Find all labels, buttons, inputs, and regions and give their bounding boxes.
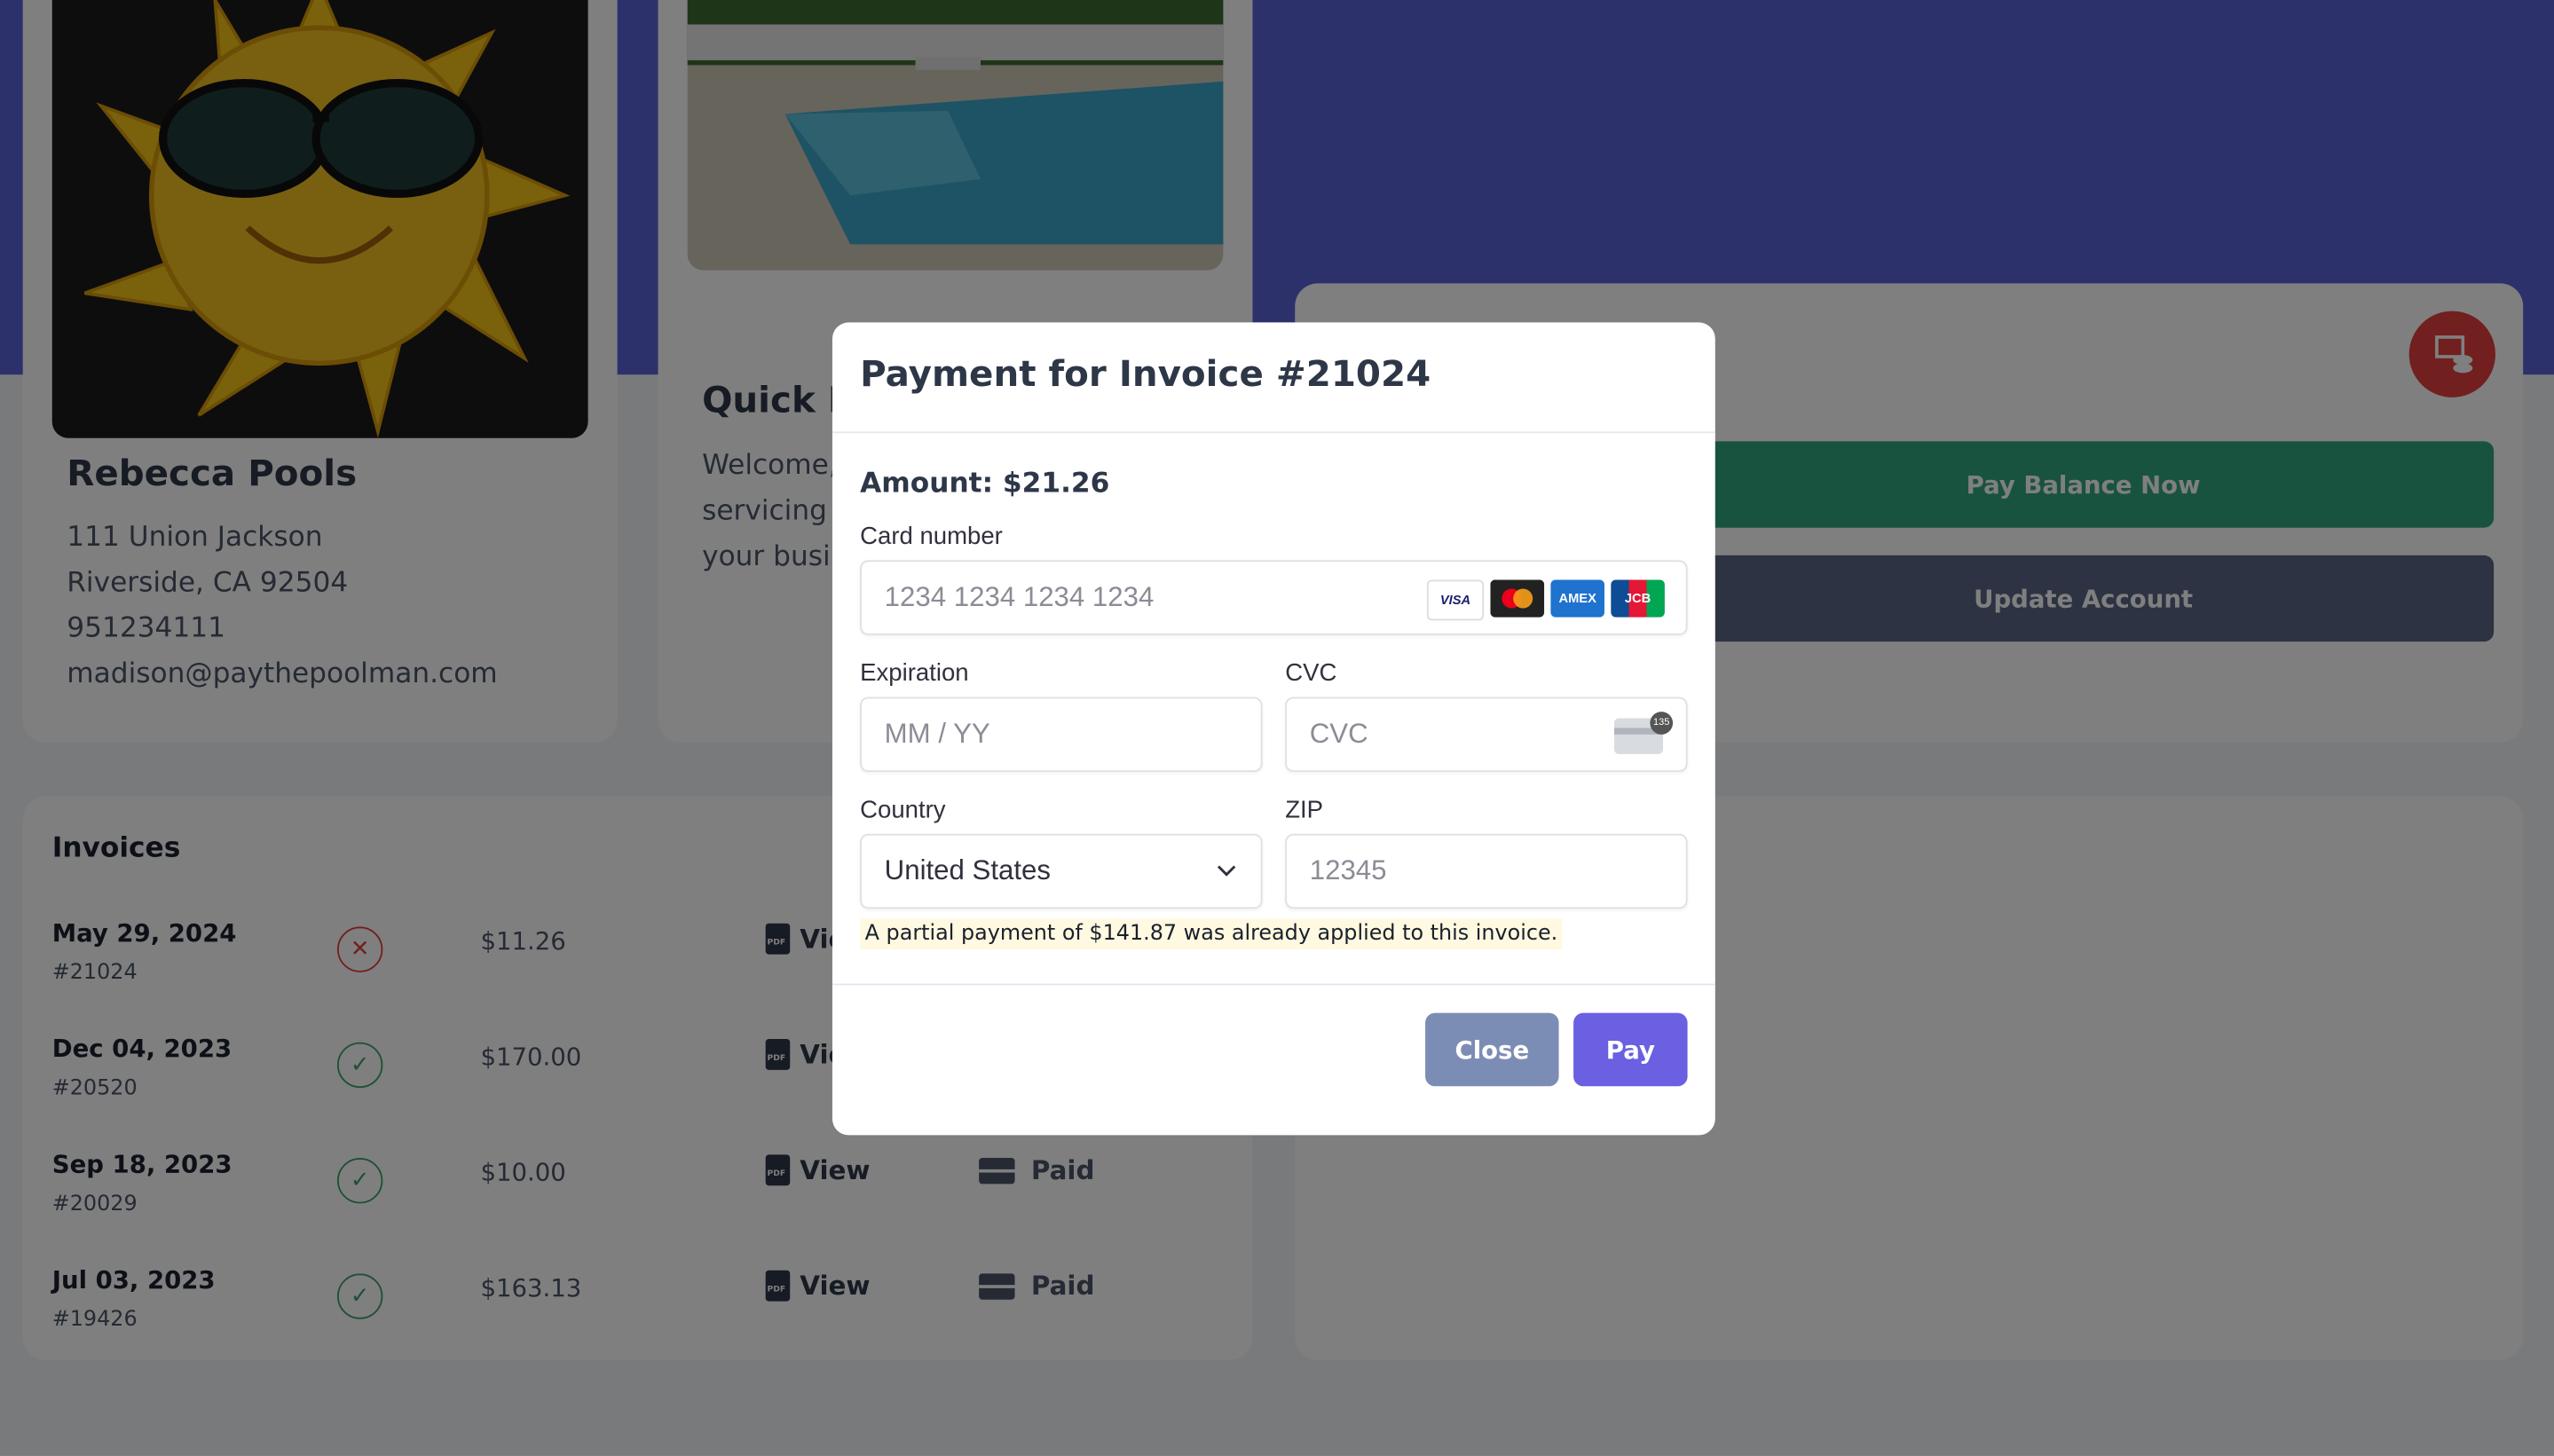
modal-footer-divider — [832, 983, 1715, 986]
cvc-badge: 135 — [1650, 712, 1674, 735]
partial-payment-note: A partial payment of $141.87 was already… — [860, 918, 1563, 950]
expiration-label: Expiration — [860, 659, 969, 688]
card-number-placeholder: 1234 1234 1234 1234 — [884, 581, 1155, 613]
card-brands: VISA AMEX JCB — [1426, 579, 1665, 621]
pay-button[interactable]: Pay — [1573, 1012, 1688, 1087]
cvc-label: CVC — [1285, 659, 1337, 688]
mastercard-icon — [1490, 579, 1545, 618]
expiration-placeholder: MM / YY — [884, 718, 990, 750]
zip-placeholder: 12345 — [1309, 854, 1387, 886]
expiration-input[interactable]: MM / YY — [860, 697, 1263, 773]
zip-label: ZIP — [1285, 796, 1324, 824]
modal-title: Payment for Invoice #21024 — [860, 355, 1431, 397]
zip-input[interactable]: 12345 — [1285, 833, 1688, 909]
card-number-label: Card number — [860, 523, 1003, 551]
card-number-input[interactable]: 1234 1234 1234 1234 VISA AMEX JCB — [860, 560, 1688, 635]
page: Rebecca Pools 111 Union Jackson Riversid… — [0, 0, 2554, 1456]
payment-modal: Payment for Invoice #21024 Amount: $21.2… — [832, 322, 1715, 1136]
visa-icon: VISA — [1426, 579, 1485, 621]
jcb-icon: JCB — [1611, 579, 1665, 618]
amex-icon: AMEX — [1550, 579, 1604, 618]
country-select[interactable]: United States — [860, 833, 1263, 909]
close-button[interactable]: Close — [1425, 1012, 1559, 1087]
country-value: United States — [884, 854, 1052, 886]
country-label: Country — [860, 796, 946, 824]
payment-amount: Amount: $21.26 — [860, 467, 1110, 500]
cvc-placeholder: CVC — [1309, 718, 1368, 750]
modal-divider — [832, 431, 1715, 434]
chevron-down-icon — [1215, 858, 1238, 885]
cvc-card-icon: 135 — [1613, 712, 1674, 754]
cvc-input[interactable]: CVC 135 — [1285, 697, 1688, 773]
